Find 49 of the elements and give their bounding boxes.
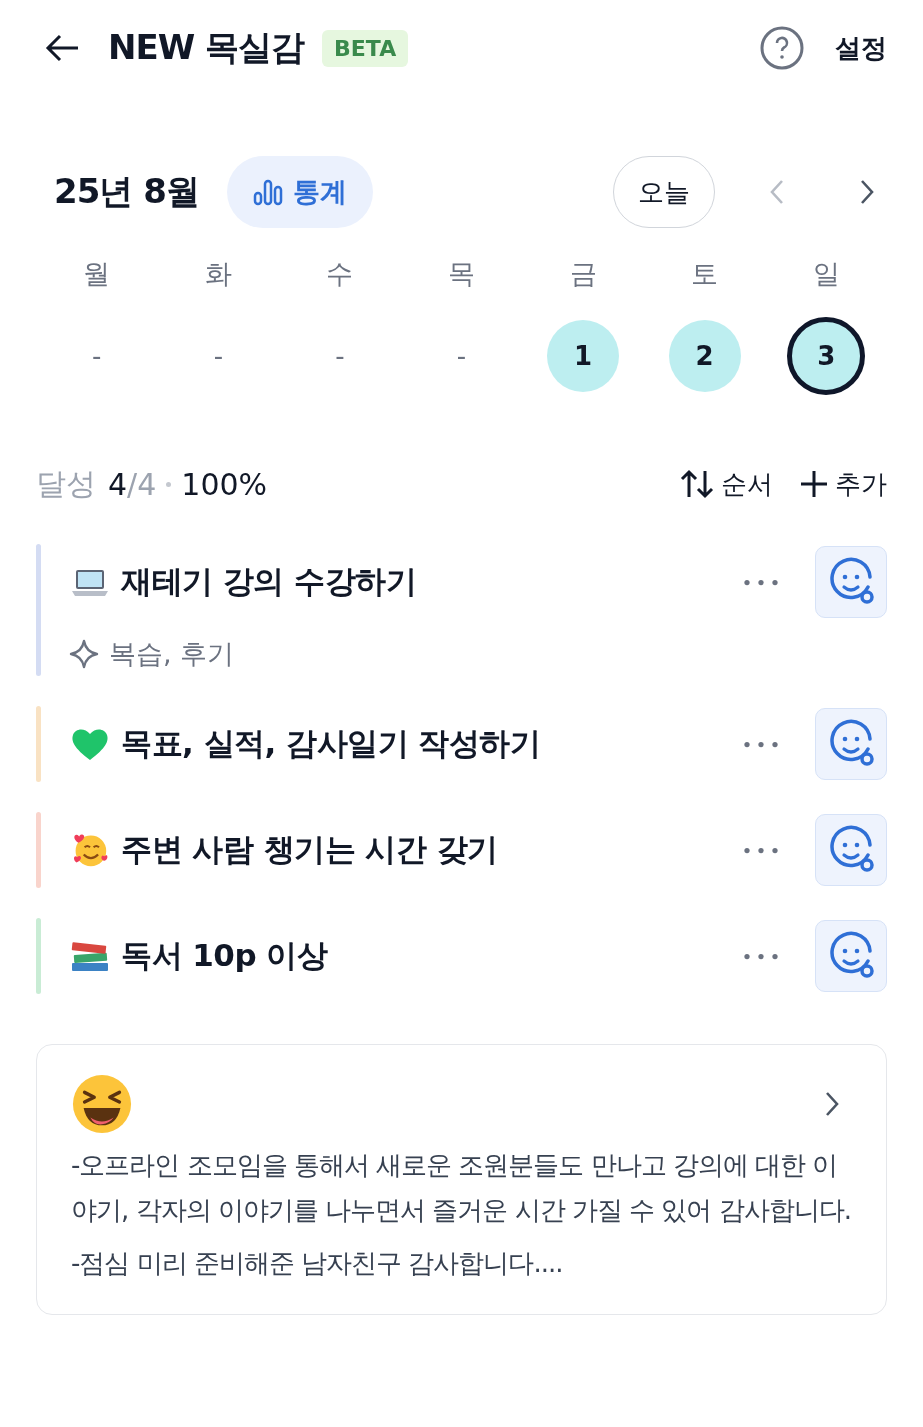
task-title: 독서 10p 이상	[121, 936, 328, 975]
back-icon[interactable]	[44, 33, 80, 63]
more-icon[interactable]	[743, 578, 779, 586]
weekday-label: 화	[203, 257, 233, 291]
achievement-count: 4/4	[108, 466, 157, 502]
weekday-label: 토	[690, 257, 720, 291]
weekday-label: 수	[325, 257, 355, 291]
task-title: 재테기 강의 수강하기	[121, 562, 417, 601]
weekday-label: 목	[447, 257, 476, 291]
achievement-percent: 100%	[181, 466, 268, 502]
journal-text: -오프라인 조모임을 통해서 새로운 조원분들도 만나고 강의에 대한 이야기, 각자의 이야기를 나누면서 즐거운 시간 가질 수 있어 감사합니다.	[71, 1149, 852, 1227]
day-button[interactable]: 2	[668, 320, 741, 392]
sort-button[interactable]: 순서	[679, 466, 773, 502]
journal-text: -점심 미리 준비해준 남자친구 감사합니다....	[71, 1247, 564, 1280]
mood-button[interactable]	[815, 814, 887, 886]
settings-button[interactable]: 설정	[835, 30, 887, 66]
task-title: 목표, 실적, 감사일기 작성하기	[121, 724, 541, 763]
more-icon[interactable]	[743, 846, 779, 854]
empty-day: -	[213, 341, 224, 371]
achievement-label: 달성	[36, 464, 96, 503]
add-button[interactable]: 추가	[799, 466, 887, 502]
mood-button[interactable]	[815, 920, 887, 992]
plus-icon	[799, 469, 829, 499]
day-button[interactable]: 3	[787, 317, 866, 395]
weekday-label: 금	[568, 257, 598, 291]
journal-card[interactable]: -오프라인 조모임을 통해서 새로운 조원분들도 만나고 강의에 대한 이야기, 각자의 이야기를 나누면서 즐거운 시간 가질 수 있어 감사합니다. -점심 미리 준비해준 남자친구 감사합니다....	[36, 1044, 887, 1315]
day-button[interactable]: 1	[547, 320, 620, 392]
more-icon[interactable]	[743, 952, 779, 960]
sort-icon	[679, 469, 715, 499]
weekday-label: 월	[82, 257, 112, 291]
more-icon[interactable]	[743, 740, 779, 748]
mood-button[interactable]	[815, 708, 887, 780]
bar-chart-icon	[252, 178, 283, 206]
stats-button[interactable]: 통계	[226, 156, 373, 228]
task-tags: 복습, 후기	[109, 636, 235, 672]
empty-day: -	[456, 341, 467, 371]
mood-button[interactable]	[815, 546, 887, 618]
empty-day: -	[335, 341, 345, 371]
help-icon[interactable]	[759, 25, 805, 71]
weekday-label: 일	[811, 257, 841, 291]
beta-badge: BETA	[322, 29, 409, 67]
month-label: 25년 8월	[54, 170, 199, 213]
sparkle-icon	[69, 639, 99, 669]
separator-dot	[166, 481, 172, 487]
laughing-face-icon	[71, 1073, 133, 1135]
today-button[interactable]: 오늘	[613, 156, 715, 228]
empty-day: -	[92, 341, 102, 371]
page-title: NEW 목실감	[108, 26, 305, 69]
task-title: 주변 사람 챙기는 시간 갖기	[121, 830, 498, 869]
